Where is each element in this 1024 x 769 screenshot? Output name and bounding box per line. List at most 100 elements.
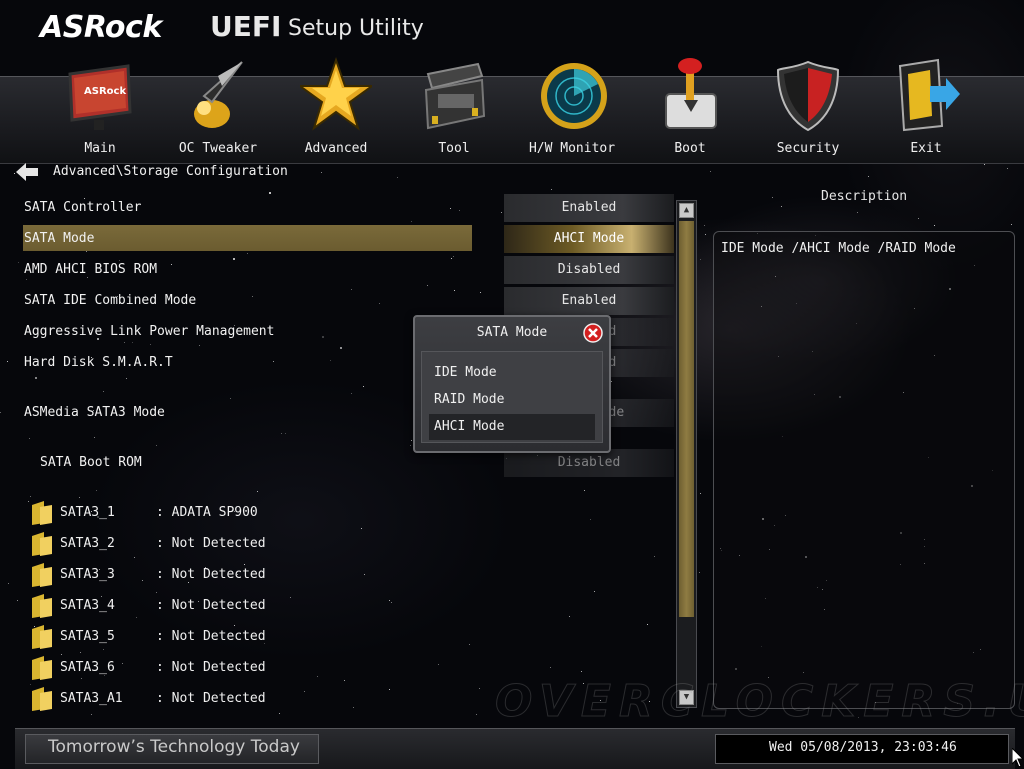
value-sata-mode[interactable]: AHCI Mode bbox=[504, 225, 674, 253]
value-amd-ahci-bios-rom[interactable]: Disabled bbox=[504, 256, 674, 284]
tab-tool[interactable]: Tool bbox=[399, 52, 509, 160]
star-dot bbox=[14, 173, 15, 174]
star-dot bbox=[330, 360, 331, 361]
folder-icon bbox=[32, 625, 52, 649]
star-dot bbox=[142, 580, 143, 581]
star-dot bbox=[427, 285, 428, 286]
drive-status: : Not Detected bbox=[156, 660, 266, 675]
tab-exit[interactable]: Exit bbox=[871, 52, 981, 160]
star-dot bbox=[29, 438, 30, 439]
star-dot bbox=[459, 210, 460, 211]
star-dot bbox=[122, 663, 123, 664]
star-dot bbox=[918, 218, 919, 219]
setting-aggressive-link-power[interactable]: Aggressive Link Power Management bbox=[24, 324, 274, 339]
star-dot bbox=[379, 303, 380, 304]
mouse-cursor-icon bbox=[1012, 748, 1024, 768]
star-dot bbox=[156, 445, 157, 446]
star-dot bbox=[84, 198, 85, 199]
back-arrow-icon[interactable] bbox=[16, 163, 38, 181]
star-dot bbox=[391, 602, 392, 603]
star-dot bbox=[134, 557, 135, 558]
star-dot bbox=[351, 393, 352, 394]
setting-hard-disk-smart[interactable]: Hard Disk S.M.A.R.T bbox=[24, 355, 173, 370]
toolbox-icon bbox=[424, 62, 486, 130]
star-dot bbox=[61, 654, 62, 655]
drive-status: : ADATA SP900 bbox=[156, 505, 258, 520]
star-dot bbox=[410, 445, 411, 446]
star-dot bbox=[699, 572, 700, 573]
star-dot bbox=[87, 277, 88, 278]
folder-icon bbox=[32, 656, 52, 680]
setting-amd-ahci-bios-rom[interactable]: AMD AHCI BIOS ROM bbox=[24, 262, 157, 277]
option-ahci-mode[interactable]: AHCI Mode bbox=[429, 414, 595, 440]
option-ide-mode[interactable]: IDE Mode bbox=[429, 360, 595, 386]
close-icon[interactable] bbox=[583, 323, 603, 343]
breadcrumb: Advanced\Storage Configuration bbox=[53, 164, 288, 179]
star-dot bbox=[772, 197, 773, 198]
drive-status: : Not Detected bbox=[156, 536, 266, 551]
star-dot bbox=[30, 684, 31, 685]
option-raid-mode[interactable]: RAID Mode bbox=[429, 387, 595, 413]
star-dot bbox=[344, 680, 345, 681]
star-dot bbox=[101, 596, 102, 597]
tab-oc-tweaker[interactable]: OC Tweaker bbox=[163, 52, 273, 160]
tab-security-label: Security bbox=[776, 141, 840, 156]
star-dot bbox=[705, 234, 706, 235]
star-dot bbox=[80, 652, 81, 653]
star-dot bbox=[17, 600, 18, 601]
tab-hw-monitor-label: H/W Monitor bbox=[528, 141, 616, 156]
tab-hw-monitor[interactable]: H/W Monitor bbox=[517, 52, 627, 160]
star-dot bbox=[340, 347, 342, 349]
star-dot bbox=[290, 597, 291, 598]
value-sata-controller[interactable]: Enabled bbox=[504, 194, 674, 222]
tab-advanced-label: Advanced bbox=[304, 141, 368, 156]
star-dot bbox=[247, 253, 248, 254]
star-dot bbox=[96, 490, 97, 491]
star-dot bbox=[411, 221, 412, 222]
star-dot bbox=[119, 260, 120, 261]
star-dot bbox=[361, 528, 362, 529]
setup-utility-title: Setup Utility bbox=[288, 16, 424, 41]
drive-port: SATA3_6 bbox=[60, 660, 115, 675]
scrollbar-thumb[interactable] bbox=[679, 221, 694, 617]
star-dot bbox=[285, 433, 286, 434]
tab-security[interactable]: Security bbox=[753, 52, 863, 160]
slogan-text: Tomorrow’s Technology Today bbox=[48, 737, 300, 757]
star-dot bbox=[234, 625, 235, 626]
drive-status: : Not Detected bbox=[156, 598, 266, 613]
star-dot bbox=[351, 289, 352, 290]
tab-main[interactable]: ASRock Main bbox=[45, 52, 155, 160]
setting-asmedia-sata3-mode[interactable]: ASMedia SATA3 Mode bbox=[24, 405, 165, 420]
star-dot bbox=[7, 361, 8, 362]
star-dot bbox=[611, 381, 612, 382]
value-sata-ide-combined-mode[interactable]: Enabled bbox=[504, 287, 674, 315]
star-dot bbox=[411, 440, 412, 441]
star-dot bbox=[1007, 168, 1008, 169]
joystick-icon bbox=[665, 58, 717, 129]
value-sata-boot-rom[interactable]: Disabled bbox=[504, 449, 674, 477]
star-dot bbox=[244, 564, 245, 565]
scroll-up-icon[interactable]: ▲ bbox=[679, 203, 694, 218]
tab-tool-label: Tool bbox=[438, 141, 470, 156]
setting-sata-mode[interactable]: SATA Mode bbox=[24, 231, 94, 246]
star-dot bbox=[171, 264, 172, 265]
tab-boot[interactable]: Boot bbox=[635, 52, 745, 160]
star-dot bbox=[469, 644, 470, 645]
scrollbar[interactable]: ▲ ▼ bbox=[676, 200, 697, 708]
date-time: Wed 05/08/2013, 23:03:46 bbox=[769, 740, 957, 755]
star-dot bbox=[451, 258, 452, 259]
setting-sata-ide-combined-mode[interactable]: SATA IDE Combined Mode bbox=[24, 293, 196, 308]
star-dot bbox=[0, 412, 1, 413]
star-dot bbox=[30, 496, 31, 497]
popup-option-list: IDE Mode RAID Mode AHCI Mode bbox=[421, 351, 603, 443]
star-dot bbox=[594, 591, 595, 592]
tab-advanced[interactable]: Advanced bbox=[281, 52, 391, 160]
setting-sata-controller[interactable]: SATA Controller bbox=[24, 200, 141, 215]
star-dot bbox=[501, 212, 502, 213]
star-dot bbox=[584, 490, 585, 491]
star-dot bbox=[304, 691, 305, 692]
folder-icon bbox=[32, 594, 52, 618]
setting-sata-boot-rom[interactable]: SATA Boot ROM bbox=[40, 455, 142, 470]
star-dot bbox=[569, 616, 570, 617]
star-dot bbox=[81, 678, 82, 679]
